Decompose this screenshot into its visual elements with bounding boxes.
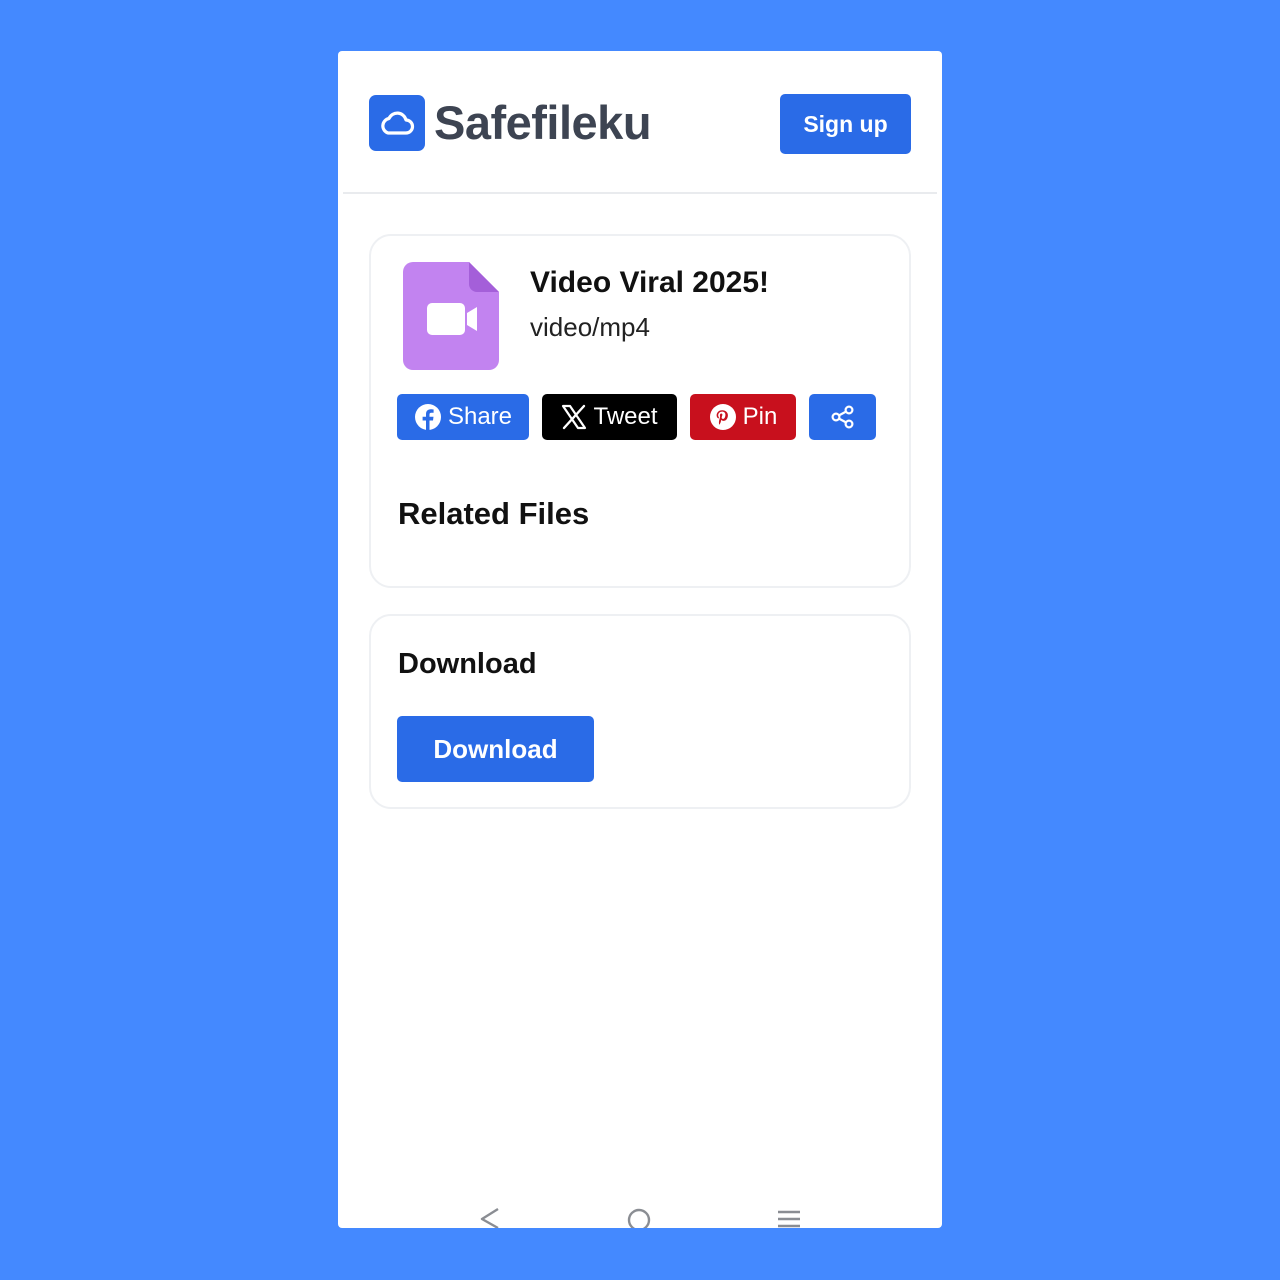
- pinterest-icon: [709, 404, 736, 430]
- facebook-share-button[interactable]: Share: [397, 394, 529, 440]
- logo[interactable]: [369, 95, 425, 151]
- download-button[interactable]: Download: [397, 716, 594, 782]
- x-tweet-button[interactable]: Tweet: [542, 394, 677, 440]
- phone-screen: Safefileku Sign up Video Viral 2025! vid…: [338, 51, 942, 1228]
- x-tweet-label: Tweet: [593, 403, 658, 430]
- share-icon: [830, 405, 854, 429]
- cloud-icon: [381, 111, 415, 135]
- signup-button[interactable]: Sign up: [780, 94, 911, 154]
- video-file-icon: [403, 262, 499, 370]
- menu-icon[interactable]: [776, 1206, 802, 1228]
- facebook-icon: [414, 404, 441, 430]
- file-title: Video Viral 2025!: [530, 266, 770, 299]
- related-files-heading: Related Files: [398, 496, 590, 531]
- system-navigation-bar: [338, 1206, 942, 1228]
- header: Safefileku Sign up: [338, 51, 942, 193]
- pinterest-pin-label: Pin: [742, 403, 778, 430]
- facebook-share-label: Share: [447, 403, 513, 430]
- back-icon[interactable]: [478, 1206, 502, 1228]
- pinterest-pin-button[interactable]: Pin: [690, 394, 796, 440]
- download-heading: Download: [398, 648, 537, 680]
- file-card: Video Viral 2025! video/mp4 Share Tweet: [369, 234, 911, 588]
- brand-name[interactable]: Safefileku: [434, 95, 652, 151]
- home-icon[interactable]: [626, 1206, 652, 1228]
- header-divider: [343, 192, 937, 194]
- more-share-button[interactable]: [809, 394, 876, 440]
- x-logo-icon: [562, 404, 587, 430]
- file-type: video/mp4: [530, 312, 650, 342]
- download-card: Download Download: [369, 614, 911, 809]
